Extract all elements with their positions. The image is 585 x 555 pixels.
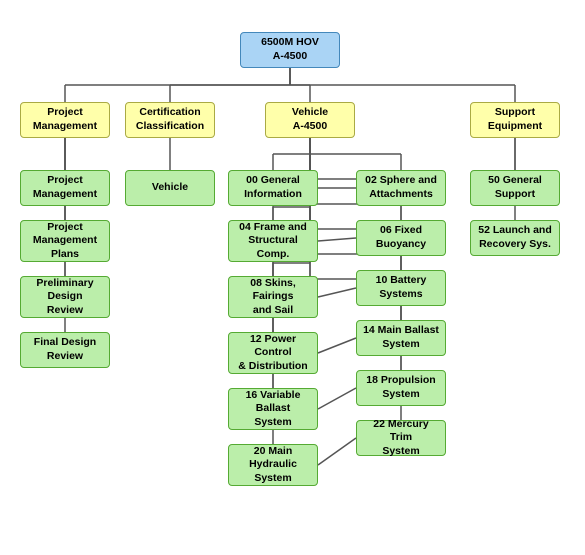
node-root: 6500M HOVA-4500 — [240, 32, 340, 68]
node-v12: 22 Mercury TrimSystem — [356, 420, 446, 456]
node-v1: 00 GeneralInformation — [228, 170, 318, 206]
node-v11: 18 PropulsionSystem — [356, 370, 446, 406]
node-v2: 04 Frame andStructuralComp. — [228, 220, 318, 262]
node-cert_cat: CertificationClassification — [125, 102, 215, 138]
node-pm1: ProjectManagement — [20, 170, 110, 206]
node-v8: 06 FixedBuoyancy — [356, 220, 446, 256]
node-v9: 10 BatterySystems — [356, 270, 446, 306]
node-s2: 52 Launch andRecovery Sys. — [470, 220, 560, 256]
node-v3: 08 Skins,Fairingsand Sail — [228, 276, 318, 318]
node-v6: 20 MainHydraulicSystem — [228, 444, 318, 486]
node-veh_cat: VehicleA-4500 — [265, 102, 355, 138]
node-s1: 50 GeneralSupport — [470, 170, 560, 206]
node-pm_cat: ProjectManagement — [20, 102, 110, 138]
node-supp_cat: SupportEquipment — [470, 102, 560, 138]
node-pm3: PreliminaryDesignReview — [20, 276, 110, 318]
node-v4: 12 PowerControl& Distribution — [228, 332, 318, 374]
node-pm4: Final DesignReview — [20, 332, 110, 368]
node-pm2: ProjectManagementPlans — [20, 220, 110, 262]
node-v10: 14 Main BallastSystem — [356, 320, 446, 356]
node-cert1: Vehicle — [125, 170, 215, 206]
node-v7: 02 Sphere andAttachments — [356, 170, 446, 206]
node-v5: 16 VariableBallastSystem — [228, 388, 318, 430]
